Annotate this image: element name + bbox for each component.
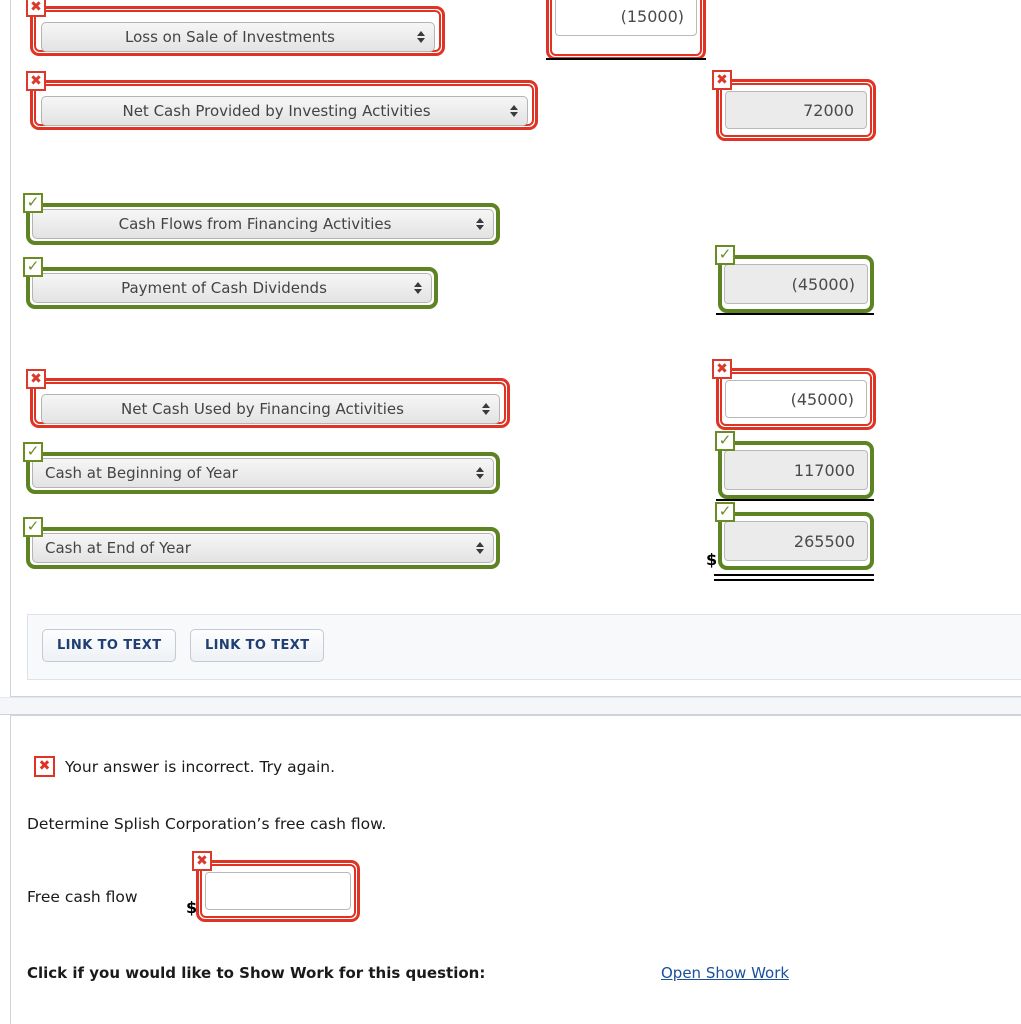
incorrect-icon: ✖ <box>712 70 732 90</box>
correct-icon: ✓ <box>23 257 43 277</box>
input-payment-of-cash-dividends[interactable]: (45000) <box>724 264 868 304</box>
updown-arrows-icon <box>416 27 425 47</box>
question-page: ✖ Loss on Sale of Investments ✖ (15000) … <box>0 0 1021 1024</box>
link-to-text-button-1[interactable]: LINK TO TEXT <box>42 629 177 662</box>
select-net-cash-provided-by-investing-activities[interactable]: Net Cash Provided by Investing Activitie… <box>41 96 528 126</box>
updown-arrows-icon <box>475 463 484 483</box>
incorrect-icon: ✖ <box>712 359 732 379</box>
select-loss-on-sale-of-investments[interactable]: Loss on Sale of Investments <box>41 22 435 52</box>
input-net-cash-provided-by-investing-activities[interactable]: 72000 <box>725 91 867 129</box>
correct-icon: ✓ <box>715 245 735 265</box>
incorrect-icon: ✖ <box>26 71 46 91</box>
select-value: Cash at End of Year <box>45 539 191 557</box>
link-to-text-bar: LINK TO TEXT LINK TO TEXT <box>27 614 1021 680</box>
currency-symbol: $ <box>706 550 718 569</box>
currency-symbol: $ <box>186 898 198 917</box>
updown-arrows-icon <box>481 399 490 419</box>
updown-arrows-icon <box>413 278 422 298</box>
x-mark-icon: ✖ <box>34 756 55 777</box>
input-cash-at-end-of-year[interactable]: 265500 <box>724 521 868 561</box>
correct-icon: ✓ <box>23 442 43 462</box>
total-rule <box>716 499 874 501</box>
incorrect-icon: ✖ <box>26 0 46 17</box>
select-cash-at-beginning-of-year[interactable]: Cash at Beginning of Year <box>32 458 494 488</box>
grand-total-rule <box>714 574 874 581</box>
link-to-text-button-2[interactable]: LINK TO TEXT <box>190 629 325 662</box>
select-value: Net Cash Provided by Investing Activitie… <box>122 102 431 120</box>
total-rule <box>546 58 706 60</box>
updown-arrows-icon <box>509 101 518 121</box>
select-payment-of-cash-dividends[interactable]: Payment of Cash Dividends <box>32 273 432 303</box>
updown-arrows-icon <box>475 214 484 234</box>
input-cash-at-beginning-of-year[interactable]: 117000 <box>724 450 868 490</box>
correct-icon: ✓ <box>715 502 735 522</box>
correct-icon: ✓ <box>23 517 43 537</box>
select-cash-at-end-of-year[interactable]: Cash at End of Year <box>32 533 494 563</box>
select-cash-flows-from-financing-activities[interactable]: Cash Flows from Financing Activities <box>32 209 494 239</box>
input-loss-on-sale-of-investments[interactable]: (15000) <box>555 0 697 36</box>
select-value: Payment of Cash Dividends <box>121 279 327 297</box>
incorrect-icon: ✖ <box>26 369 46 389</box>
question-prompt: Determine Splish Corporation’s free cash… <box>27 815 387 833</box>
panel-separator <box>0 697 1021 715</box>
select-value: Net Cash Used by Financing Activities <box>121 400 404 418</box>
show-work-prompt: Click if you would like to Show Work for… <box>27 964 486 982</box>
total-rule <box>716 313 874 315</box>
input-net-cash-used-by-financing-activities[interactable]: (45000) <box>725 380 867 418</box>
select-value: Loss on Sale of Investments <box>125 28 335 46</box>
correct-icon: ✓ <box>715 431 735 451</box>
select-value: Cash at Beginning of Year <box>45 464 238 482</box>
updown-arrows-icon <box>475 538 484 558</box>
incorrect-icon: ✖ <box>192 851 212 871</box>
open-show-work-link[interactable]: Open Show Work <box>661 964 789 982</box>
input-free-cash-flow[interactable] <box>205 872 351 910</box>
select-net-cash-used-by-financing-activities[interactable]: Net Cash Used by Financing Activities <box>41 394 500 424</box>
select-value: Cash Flows from Financing Activities <box>118 215 392 233</box>
free-cash-flow-label: Free cash flow <box>27 888 138 906</box>
feedback-status-text: Your answer is incorrect. Try again. <box>65 758 336 776</box>
correct-icon: ✓ <box>23 193 43 213</box>
